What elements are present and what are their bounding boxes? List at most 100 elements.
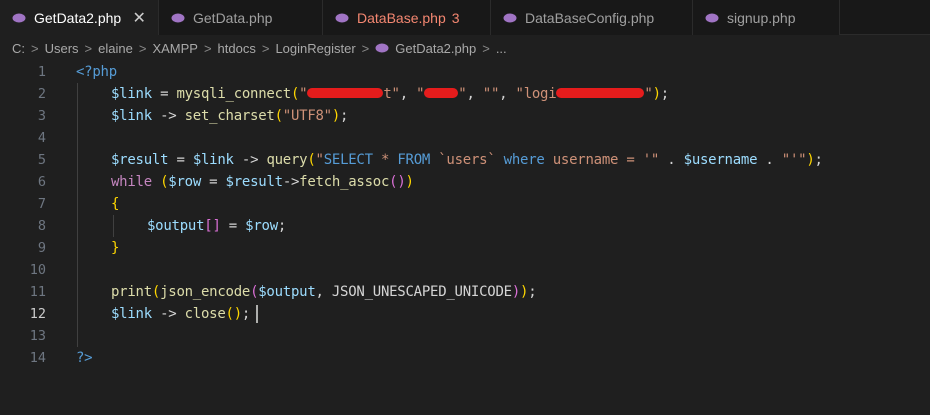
line-number: 11 xyxy=(29,284,46,300)
code-line: 12 $link -> close(); xyxy=(0,303,930,325)
token-variable: $result xyxy=(111,152,169,168)
code-line: 2 $link = mysqli_connect(" t", " ", "", "l… xyxy=(0,83,930,105)
token-punctuation: , xyxy=(315,284,332,300)
code-line: 13 xyxy=(0,325,930,347)
close-icon[interactable]: ✕ xyxy=(131,8,147,28)
token-operator: . xyxy=(757,152,782,168)
token-bracket: ) xyxy=(511,284,520,300)
token-function: set_charset xyxy=(184,108,275,124)
line-number: 6 xyxy=(37,174,46,190)
token-punctuation: , xyxy=(399,86,417,102)
code-editor[interactable]: 1 <?php 2 $link = mysqli_connect(" t", " "… xyxy=(0,61,930,415)
token-sql-keyword: where xyxy=(503,152,545,168)
token-operator: = xyxy=(168,152,193,168)
tab-getdata2[interactable]: GetData2.php ✕ xyxy=(0,0,159,35)
token-variable: $link xyxy=(111,108,152,124)
chevron-right-icon: > xyxy=(84,40,93,56)
line-number: 7 xyxy=(37,196,46,212)
token-variable: $link xyxy=(111,86,152,102)
php-file-icon xyxy=(171,13,185,22)
breadcrumb: C: > Users > elaine > XAMPP > htdocs > L… xyxy=(0,35,930,61)
breadcrumb-item-symbols[interactable]: ... xyxy=(496,41,507,56)
php-close-tag: ?> xyxy=(76,350,93,366)
code-line: 7 { xyxy=(0,193,930,215)
token-variable: $link xyxy=(192,152,234,168)
code-line: 1 <?php xyxy=(0,61,930,83)
redaction-mark xyxy=(307,88,384,98)
tab-databaseconfig[interactable]: DataBaseConfig.php xyxy=(491,0,693,35)
php-file-icon xyxy=(503,13,517,22)
line-number: 10 xyxy=(29,262,46,278)
token-operator: -> xyxy=(151,108,185,124)
code-line: 14 ?> xyxy=(0,347,930,369)
code-line: 11 print(json_encode($output, JSON_UNESC… xyxy=(0,281,930,303)
token-variable: $row xyxy=(168,174,201,190)
token-punctuation: ; xyxy=(528,284,537,300)
token-variable: $row xyxy=(245,218,278,234)
token-string: " xyxy=(644,86,653,102)
tab-label: DataBase.php xyxy=(357,9,446,26)
editor-tab-bar: GetData2.php ✕ GetData.php DataBase.php … xyxy=(0,0,930,35)
token-bracket: ( xyxy=(274,108,283,124)
token-operator: -> xyxy=(233,152,267,168)
code-line: 8 $output[] = $row; xyxy=(0,215,930,237)
token-punctuation: ; xyxy=(814,152,823,168)
breadcrumb-item-users[interactable]: Users xyxy=(45,41,79,56)
token-string: t" xyxy=(383,86,400,102)
token-bracket: ) xyxy=(652,86,661,102)
tab-label: GetData.php xyxy=(193,9,273,26)
chevron-right-icon: > xyxy=(203,40,212,56)
breadcrumb-item-file[interactable]: GetData2.php xyxy=(395,41,476,56)
line-number: 5 xyxy=(37,152,46,168)
token-punctuation: ; xyxy=(340,108,349,124)
token-bracket: ( xyxy=(151,284,161,300)
token-string: "UTF8" xyxy=(282,108,332,124)
token-operator: -> xyxy=(282,174,300,190)
chevron-right-icon: > xyxy=(482,40,490,56)
breadcrumb-item-elaine[interactable]: elaine xyxy=(98,41,133,56)
line-number: 3 xyxy=(37,108,46,124)
token-string: " xyxy=(416,86,425,102)
token-bracket: ( xyxy=(290,86,300,102)
token-operator: . xyxy=(659,152,684,168)
token-sql-keyword: SELECT xyxy=(323,152,373,168)
php-file-icon xyxy=(12,13,26,22)
php-file-icon xyxy=(705,13,719,22)
tab-label: signup.php xyxy=(727,9,796,26)
redaction-mark xyxy=(556,88,645,98)
token-bracket: ) xyxy=(520,284,529,300)
token-operator: = xyxy=(220,218,246,234)
token-string: " xyxy=(315,152,324,168)
token-constant: JSON_UNESCAPED_UNICODE xyxy=(331,284,512,300)
tab-getdata[interactable]: GetData.php xyxy=(159,0,323,35)
chevron-right-icon: > xyxy=(31,40,39,56)
token-string: "logi xyxy=(515,86,557,102)
token-bracket: { xyxy=(111,196,120,212)
breadcrumb-item-htdocs[interactable]: htdocs xyxy=(218,41,256,56)
token-function: query xyxy=(266,152,308,168)
token-bracket: ) xyxy=(397,174,406,190)
error-count-badge: 3 xyxy=(451,9,460,26)
line-number: 13 xyxy=(29,328,46,344)
line-number: 8 xyxy=(37,218,46,234)
token-function: close xyxy=(184,306,226,322)
tab-database[interactable]: DataBase.php 3 xyxy=(323,0,491,35)
token-punctuation: ; xyxy=(660,86,669,102)
token-punctuation: ; xyxy=(241,306,251,322)
breadcrumb-item-drive[interactable]: C: xyxy=(12,41,25,56)
tab-bar-filler xyxy=(840,0,930,35)
token-keyword: while xyxy=(111,174,152,190)
token-bracket: ) xyxy=(806,152,815,168)
token-function: json_encode xyxy=(160,284,251,300)
token-string: * xyxy=(372,152,398,168)
line-number: 9 xyxy=(37,240,46,256)
chevron-right-icon: > xyxy=(261,40,270,56)
code-line: 4 xyxy=(0,127,930,149)
breadcrumb-item-loginregister[interactable]: LoginRegister xyxy=(275,41,355,56)
php-open-tag: <?php xyxy=(76,64,117,80)
breadcrumb-item-xampp[interactable]: XAMPP xyxy=(152,41,198,56)
tab-signup[interactable]: signup.php xyxy=(693,0,840,35)
token-bracket: [] xyxy=(204,218,221,234)
token-variable: $username xyxy=(683,152,758,168)
token-string: username = '" xyxy=(544,152,660,168)
